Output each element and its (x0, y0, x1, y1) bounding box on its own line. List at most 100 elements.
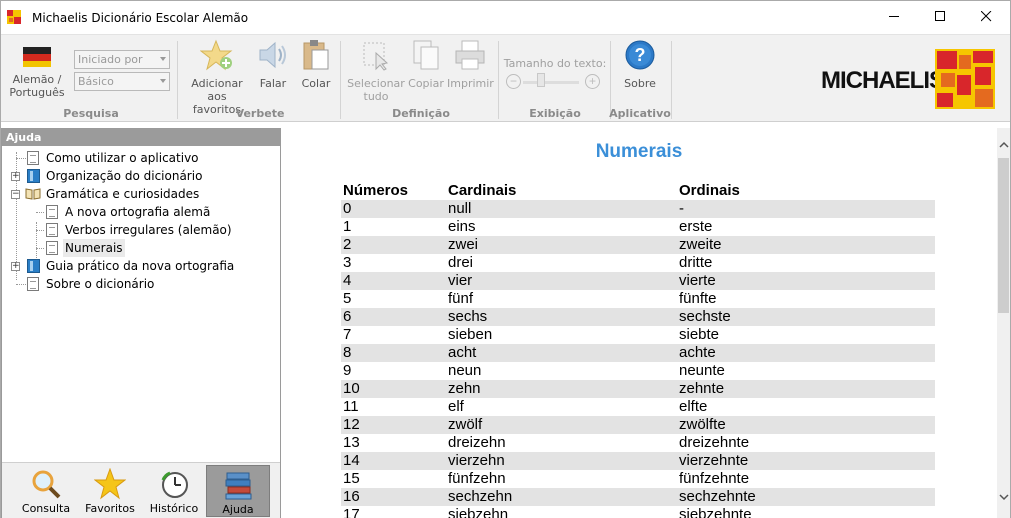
brand-name: MICHAELIS (821, 67, 945, 94)
tab-consulta[interactable]: Consulta (14, 465, 78, 517)
scrollbar-thumb[interactable] (998, 158, 1009, 313)
table-row: 9 neun neunte (341, 362, 935, 380)
table-cell: 17 (343, 506, 360, 518)
table-row: 14 vierzehn vierzehnte (341, 452, 935, 470)
table-cell: fünfte (679, 290, 717, 307)
text-size-label: Tamanho do texto: (503, 57, 607, 70)
table-cell: neun (448, 362, 482, 379)
expand-icon[interactable]: + (11, 172, 20, 181)
collapse-icon[interactable]: − (11, 190, 20, 199)
paste-button[interactable]: Colar (298, 39, 334, 95)
document-icon (46, 241, 58, 255)
column-header: Números (343, 182, 409, 199)
document-icon (27, 277, 39, 291)
about-button[interactable]: ? Sobre (617, 39, 663, 95)
german-flag-icon (23, 47, 51, 67)
ribbon-separator (498, 41, 499, 119)
speaker-icon (259, 41, 286, 69)
table-cell: dreizehnte (679, 434, 750, 451)
scroll-up-icon[interactable] (999, 140, 1009, 150)
language-button[interactable]: Alemão / Português (7, 43, 67, 105)
tree-item[interactable]: − Gramática e curiosidades (2, 185, 278, 203)
tree-item[interactable]: + Organização do dicionário (2, 167, 278, 185)
table-row: 4 vier vierte (341, 272, 935, 290)
minimize-button[interactable] (872, 1, 918, 32)
group-label-aplicativo: Aplicativo (609, 107, 671, 120)
ribbon-separator (671, 41, 672, 119)
tab-label: Histórico (149, 502, 199, 515)
mode-select[interactable]: Básico (74, 72, 170, 91)
table-cell: zwölfte (677, 416, 935, 434)
decrease-text-size-icon[interactable]: − (506, 74, 521, 89)
table-cell: acht (446, 344, 677, 362)
svg-text:?: ? (635, 45, 646, 65)
tree-item-label: Como utilizar o aplicativo (46, 151, 199, 165)
increase-text-size-icon[interactable]: + (585, 74, 600, 89)
tree-item[interactable]: A nova ortografia alemã (2, 203, 278, 221)
table-cell: zwölf (446, 416, 677, 434)
tree-item[interactable]: Verbos irregulares (alemão) (2, 221, 278, 239)
tree-item-label: Sobre o dicionário (46, 277, 155, 291)
document-icon (27, 151, 39, 165)
table-cell: zehn (446, 380, 677, 398)
tab-ajuda[interactable]: Ajuda (206, 465, 270, 517)
table-cell: 12 (341, 416, 446, 434)
tree-item[interactable]: + Guia prático da nova ortografia (2, 257, 278, 275)
tree-item-label: Guia prático da nova ortografia (46, 259, 235, 273)
mode-value: Básico (78, 75, 114, 88)
tree-item-selected[interactable]: Numerais (2, 239, 278, 257)
definition-content: Numerais Números Cardinais Ordinais 0 nul… (281, 128, 997, 518)
table-cell: 9 (343, 362, 352, 379)
add-favorite-button[interactable]: Adicionar aos favoritos (182, 39, 252, 116)
table-row: 5 fünf fünfte (341, 290, 935, 308)
table-cell: elf (448, 398, 464, 415)
table-row: 8 acht achte (341, 344, 935, 362)
vertical-scrollbar[interactable] (997, 128, 1010, 518)
text-size-slider-track[interactable] (523, 81, 579, 84)
table-cell: fünf (448, 290, 474, 307)
books-icon (225, 472, 252, 500)
table-cell: 11 (343, 398, 359, 415)
copy-button[interactable]: Copiar (407, 39, 445, 95)
print-label: Imprimir (447, 77, 494, 90)
numerals-table: Números Cardinais Ordinais 0 null -1 eins er… (341, 181, 935, 518)
select-all-button[interactable]: Selecionar tudo (347, 39, 405, 105)
table-row: 2 zwei zweite (341, 236, 935, 254)
minimize-icon (889, 16, 899, 17)
brand-logo-icon (935, 49, 995, 109)
tab-historico[interactable]: Histórico (142, 465, 206, 517)
help-icon: ? (625, 40, 655, 70)
search-type-value: Iniciado por (78, 53, 143, 66)
scroll-down-icon[interactable] (999, 492, 1009, 502)
document-icon (46, 205, 58, 219)
table-row: 13 dreizehn dreizehnte (341, 434, 935, 452)
tree-item[interactable]: Sobre o dicionário (2, 275, 278, 293)
search-type-select[interactable]: Iniciado por (74, 50, 170, 69)
group-label-pesquisa: Pesquisa (63, 107, 119, 120)
table-cell: 10 (341, 380, 446, 398)
print-button[interactable]: Imprimir (447, 39, 494, 95)
maximize-button[interactable] (918, 1, 964, 32)
select-all-label: Selecionar tudo (347, 77, 405, 103)
open-book-icon (25, 188, 41, 200)
speak-label: Falar (259, 77, 287, 90)
close-button[interactable] (964, 1, 1010, 32)
table-row: 17 siebzehn siebzehnte (341, 506, 935, 518)
table-cell: siebzehn (448, 506, 509, 518)
speak-button[interactable]: Falar (254, 39, 292, 95)
tree-item[interactable]: Como utilizar o aplicativo (2, 149, 278, 167)
table-cell: sechzehnte (677, 488, 935, 506)
table-row: 6 sechs sechste (341, 308, 935, 326)
tab-favoritos[interactable]: Favoritos (78, 465, 142, 517)
tree-item-label: Verbos irregulares (alemão) (65, 223, 232, 237)
text-size-slider-thumb[interactable] (537, 73, 545, 87)
table-cell: dritte (679, 254, 713, 271)
expand-icon[interactable]: + (11, 262, 20, 271)
table-header-row: Números Cardinais Ordinais (341, 181, 935, 200)
table-cell: 3 (343, 254, 352, 271)
table-cell: 1 (343, 218, 352, 235)
magnifier-icon (32, 470, 61, 499)
table-cell: vierzehn (446, 452, 677, 470)
table-cell: vier (446, 272, 677, 290)
group-label-verbete: Verbete (235, 107, 285, 120)
